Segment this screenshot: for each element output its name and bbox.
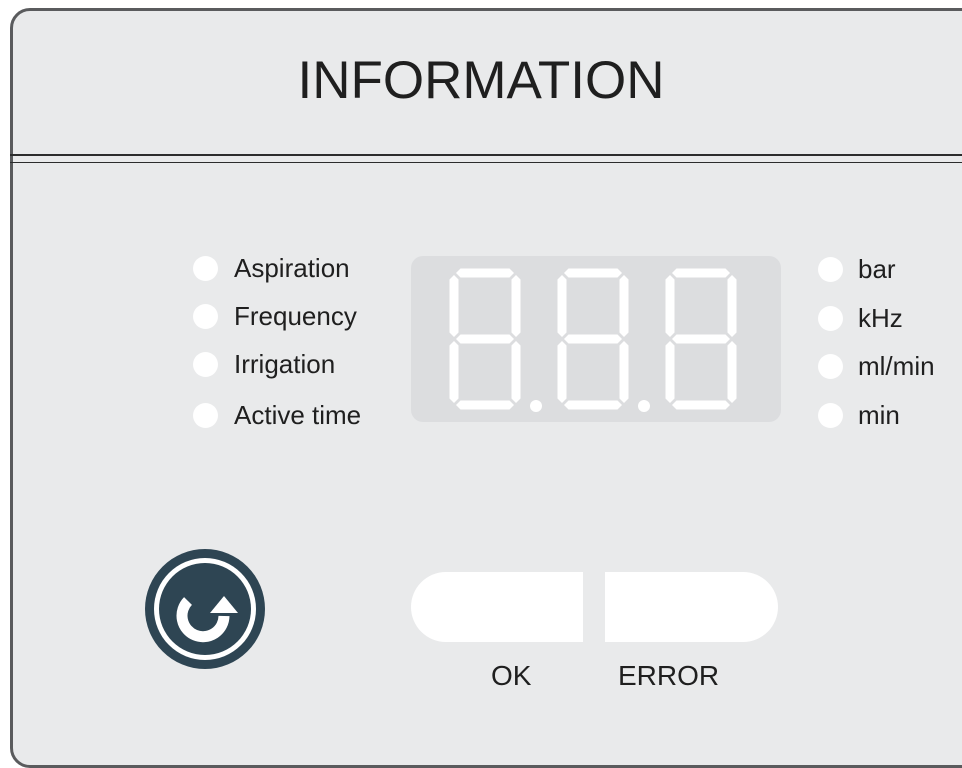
indicator-label: Irrigation <box>234 348 336 379</box>
indicator-frequency: Frequency <box>193 301 357 331</box>
segment-1-d <box>456 400 514 410</box>
indicator-irrigation: Irrigation <box>193 349 335 379</box>
led-ml-min <box>818 353 843 379</box>
segment-2-e <box>557 341 567 403</box>
title-divider <box>10 154 962 156</box>
ok-status-lamp <box>411 572 583 642</box>
segment-2-g <box>564 334 622 344</box>
segment-1-f <box>449 275 459 337</box>
segment-3-c <box>727 341 737 403</box>
led-frequency <box>193 303 218 329</box>
decimal-point-2 <box>638 400 650 412</box>
seven-segment-display <box>411 256 781 422</box>
indicator-label: Active time <box>234 399 362 430</box>
segment-2-f <box>557 275 567 337</box>
segment-3-b <box>727 275 737 337</box>
segment-digits <box>449 268 737 412</box>
indicator-label: Aspiration <box>234 252 350 283</box>
segment-1-b <box>511 275 521 337</box>
unit-khz: kHz <box>818 303 903 333</box>
led-irrigation <box>193 351 218 377</box>
segment-2-d <box>564 400 622 410</box>
segment-3-a <box>672 268 730 278</box>
title-divider-thin <box>10 162 962 163</box>
led-active-time <box>193 402 218 428</box>
led-aspiration <box>193 255 218 281</box>
panel-title: INFORMATION <box>297 51 665 110</box>
segment-1-e <box>449 341 459 403</box>
segment-2-a <box>564 268 622 278</box>
segment-3-e <box>665 341 675 403</box>
segment-1-g <box>456 334 514 344</box>
led-min <box>818 402 843 428</box>
segment-3-d <box>672 400 730 410</box>
segment-3-f <box>665 275 675 337</box>
segment-2-c <box>619 341 629 403</box>
unit-label: min <box>858 399 900 430</box>
unit-ml-min: ml/min <box>818 351 935 381</box>
segment-1-a <box>456 268 514 278</box>
refresh-icon <box>145 549 265 669</box>
indicator-label: Frequency <box>234 300 357 331</box>
unit-min: min <box>818 400 900 430</box>
unit-label: bar <box>858 253 896 284</box>
error-status-lamp <box>605 572 778 642</box>
unit-label: ml/min <box>858 350 935 381</box>
decimal-point-1 <box>530 400 542 412</box>
segment-1-c <box>511 341 521 403</box>
unit-bar: bar <box>818 254 896 284</box>
ok-label: OK <box>491 660 532 691</box>
segment-3-g <box>672 334 730 344</box>
segment-2-b <box>619 275 629 337</box>
error-label: ERROR <box>618 660 720 691</box>
reset-button[interactable] <box>145 549 265 669</box>
led-khz <box>818 305 843 331</box>
indicator-aspiration: Aspiration <box>193 253 350 283</box>
unit-label: kHz <box>858 302 903 333</box>
indicator-active-time: Active time <box>193 400 361 430</box>
led-bar <box>818 256 843 282</box>
